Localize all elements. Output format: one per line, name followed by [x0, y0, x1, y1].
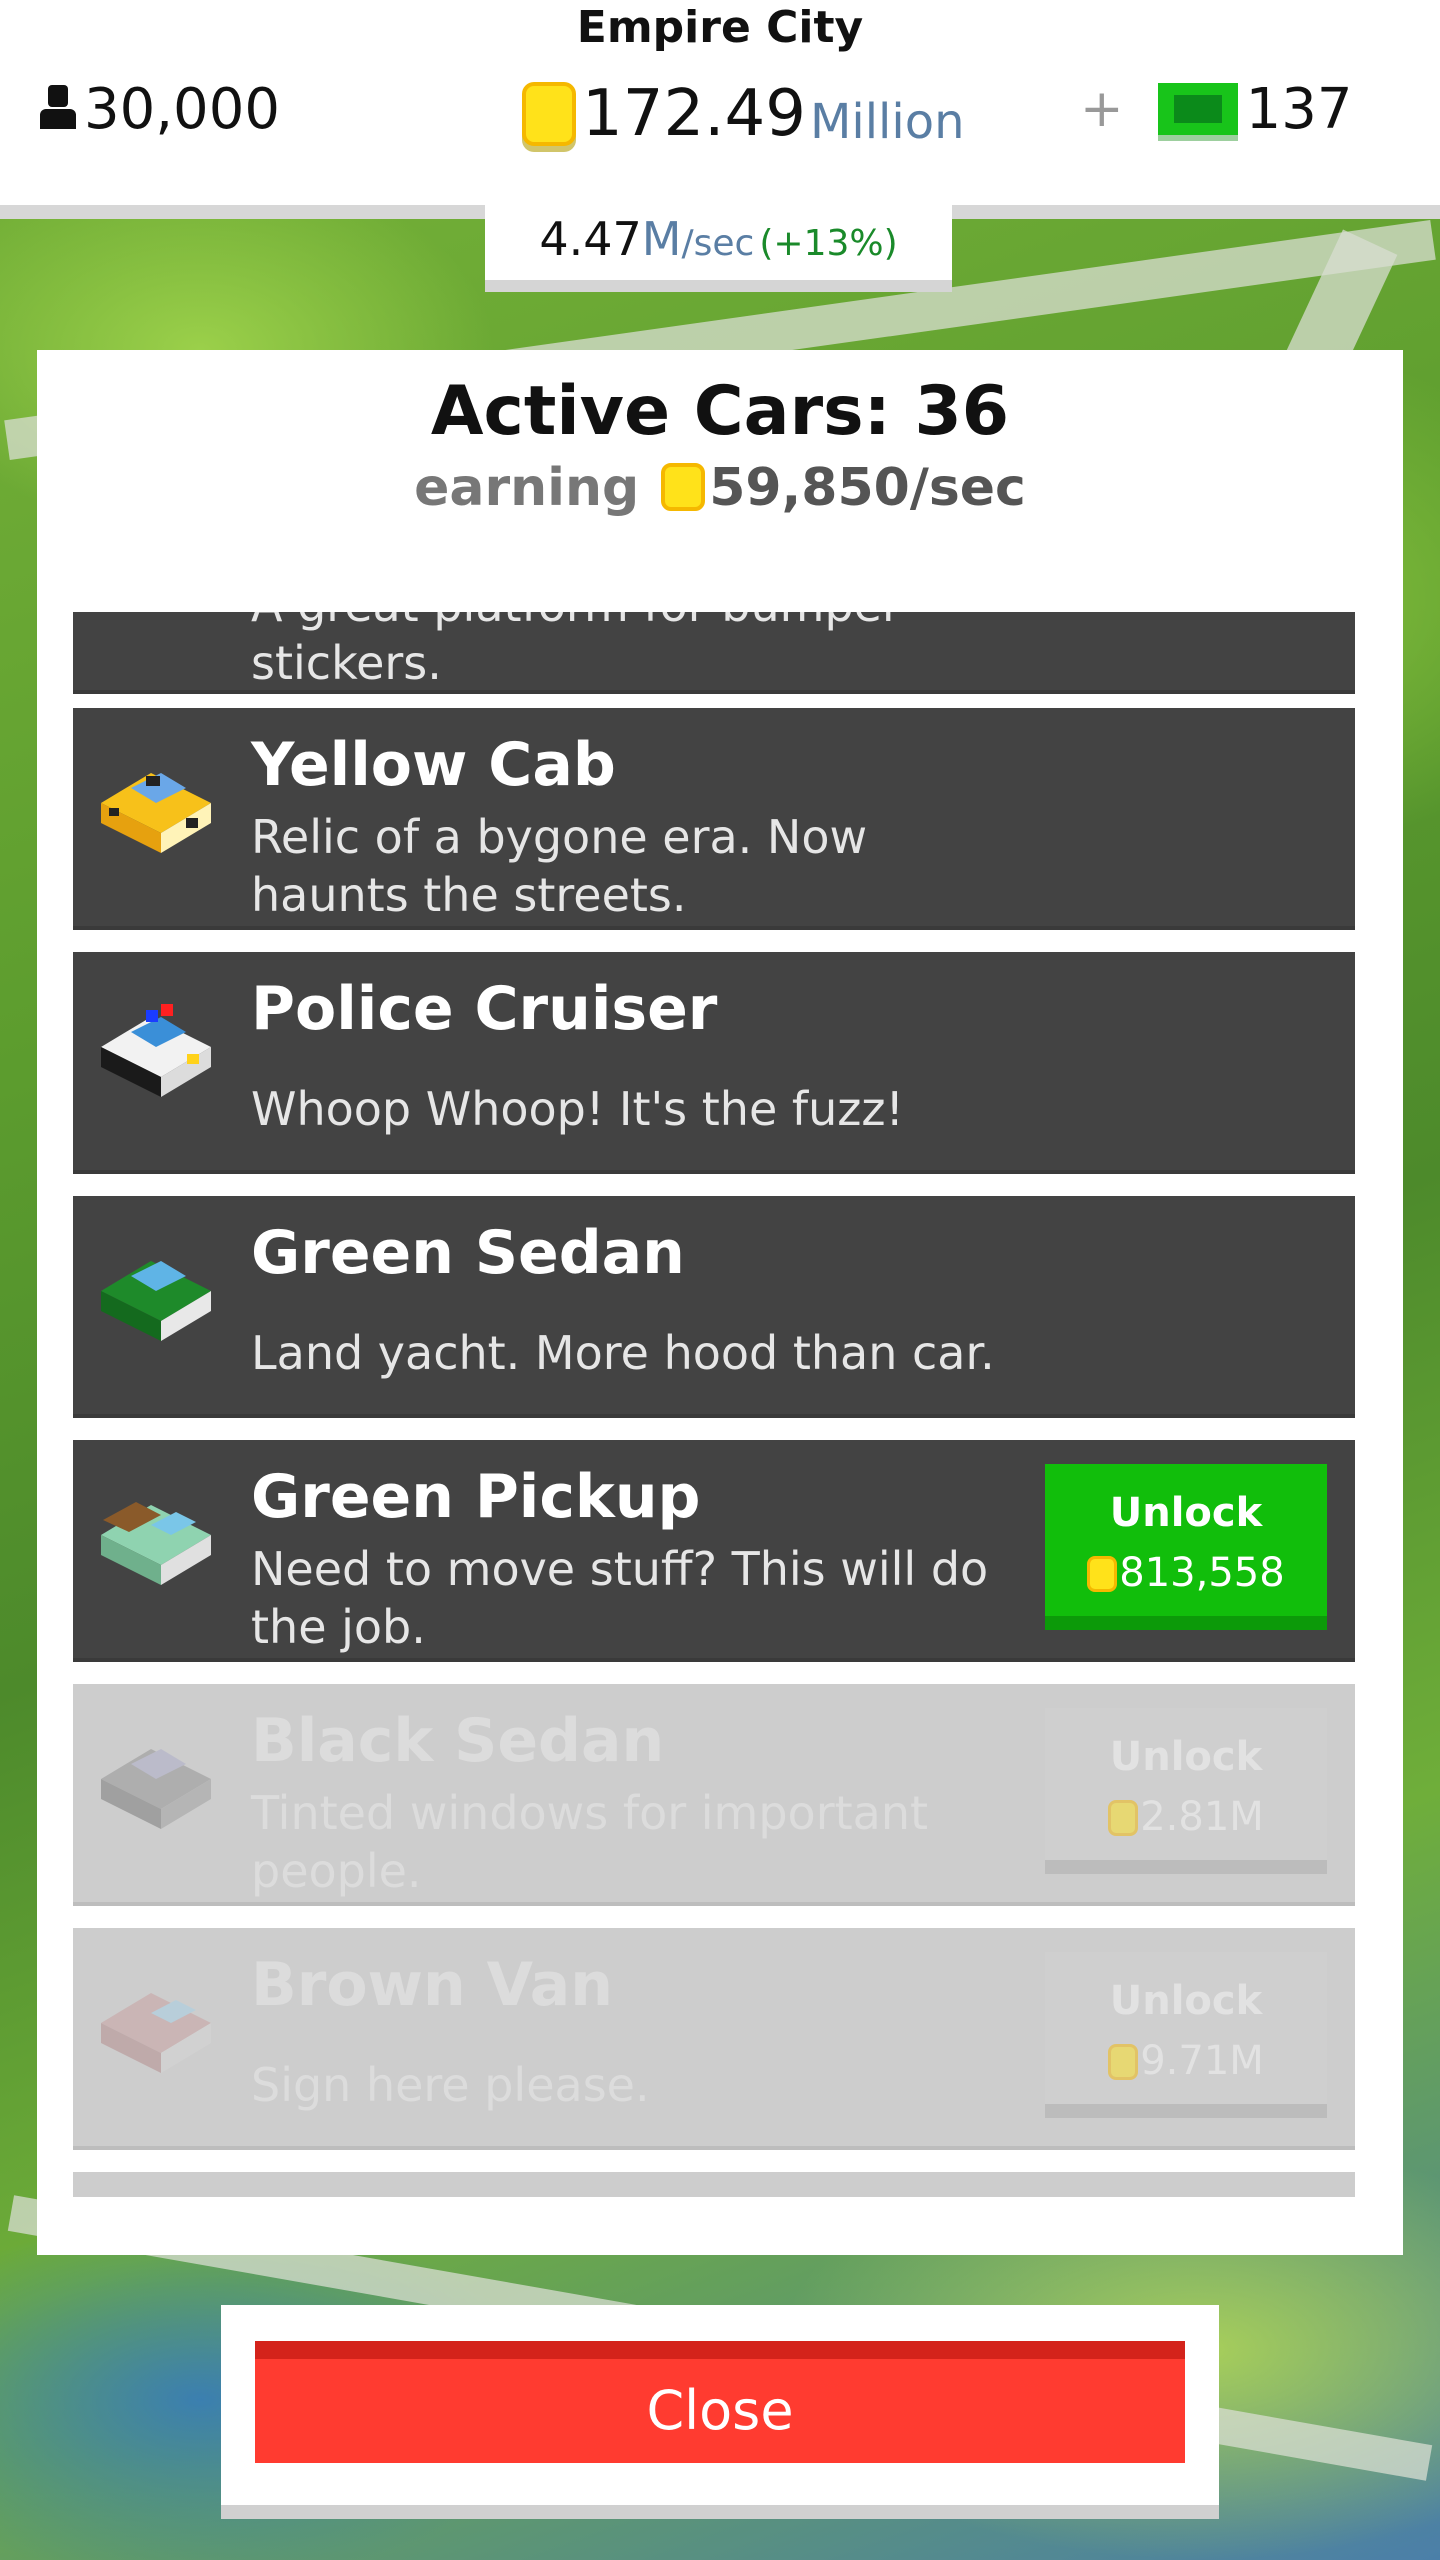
earning-line: earning 59,850/sec — [37, 458, 1403, 518]
unlock-label: Unlock — [1109, 1490, 1263, 1536]
car-description: Need to move stuff? This will do the job… — [251, 1542, 989, 1654]
unlock-label: Unlock — [1109, 1978, 1263, 2024]
list-item: Green Pickup Need to move stuff? This wi… — [73, 1440, 1355, 1662]
car-name: Green Sedan — [251, 1218, 685, 1288]
police-cruiser-icon — [101, 1004, 211, 1097]
coin-icon — [1108, 2044, 1139, 2080]
close-button[interactable]: Close — [255, 2341, 1185, 2463]
unlock-cost: 813,558 — [1045, 1550, 1327, 1596]
car-name: Brown Van — [251, 1950, 613, 2020]
car-list[interactable]: A great platform for bumper stickers. Ye… — [73, 612, 1355, 2197]
earning-value: 59,850/sec — [709, 458, 1026, 518]
yellow-cab-icon — [101, 773, 211, 853]
panel-title: Active Cars: 36 — [430, 372, 1010, 451]
car-description: A great platform for bumper stickers. — [251, 612, 901, 690]
black-sedan-icon — [101, 1749, 211, 1829]
car-description: Land yacht. More hood than car. — [251, 1326, 995, 1380]
list-item: Police Cruiser Whoop Whoop! It's the fuz… — [73, 952, 1355, 1174]
earning-label: earning — [414, 458, 640, 518]
money-display: 172.49 Million — [522, 74, 964, 154]
rate-unit-m: M — [641, 212, 682, 266]
money-unit: Million — [809, 94, 965, 150]
coin-icon — [1108, 1800, 1139, 1836]
person-icon — [38, 85, 78, 133]
rate-value: 4.47 — [539, 212, 642, 266]
car-description: Sign here please. — [251, 2058, 650, 2112]
coin-icon — [661, 463, 706, 511]
unlock-cost: 9.71M — [1045, 2038, 1327, 2084]
add-cash-button[interactable]: + — [1080, 79, 1124, 139]
unlock-green-pickup-button[interactable]: Unlock 813,558 — [1045, 1464, 1327, 1630]
car-name: Yellow Cab — [251, 730, 616, 800]
population-display: 30,000 — [38, 74, 280, 144]
money-value: 172.49 — [582, 77, 806, 151]
list-item — [73, 2172, 1355, 2197]
unlock-cost: 2.81M — [1045, 1794, 1327, 1840]
income-rate-box: 4.47M/sec (+13%) — [485, 200, 952, 292]
cash-bill-icon — [1157, 83, 1238, 135]
list-item: Brown Van Sign here please. Unlock 9.71M — [73, 1928, 1355, 2150]
car-description: Whoop Whoop! It's the fuzz! — [251, 1082, 904, 1136]
coin-icon — [1087, 1556, 1118, 1592]
brown-van-icon — [101, 1993, 211, 2073]
rate-unit-sec: /sec — [681, 223, 755, 264]
list-item: A great platform for bumper stickers. — [73, 612, 1355, 694]
city-name: Empire City — [576, 2, 864, 53]
car-name: Black Sedan — [251, 1706, 665, 1776]
active-cars-panel: Active Cars: 36 earning 59,850/sec A grea… — [37, 350, 1403, 2255]
population-value: 30,000 — [84, 76, 280, 142]
green-sedan-icon — [101, 1261, 211, 1341]
close-button-frame: Close — [221, 2305, 1219, 2519]
car-description: Tinted windows for important people. — [251, 1786, 929, 1898]
list-item: Green Sedan Land yacht. More hood than c… — [73, 1196, 1355, 1418]
green-pickup-icon — [101, 1502, 211, 1585]
coin-icon — [522, 82, 576, 146]
cash-display[interactable]: + 137 — [1080, 74, 1352, 144]
top-status-bar: Empire City 30,000 172.49 Million + 137 — [0, 0, 1440, 205]
car-name: Police Cruiser — [251, 974, 718, 1044]
list-item: Black Sedan Tinted windows for important… — [73, 1684, 1355, 1906]
unlock-brown-van-button[interactable]: Unlock 9.71M — [1045, 1952, 1327, 2118]
unlock-label: Unlock — [1109, 1734, 1263, 1780]
rate-bonus: (+13%) — [759, 223, 898, 264]
car-name: Green Pickup — [251, 1462, 701, 1532]
car-description: Relic of a bygone era. Now haunts the st… — [251, 810, 868, 922]
list-item: Yellow Cab Relic of a bygone era. Now ha… — [73, 708, 1355, 930]
cash-value: 137 — [1245, 76, 1353, 142]
unlock-black-sedan-button[interactable]: Unlock 2.81M — [1045, 1708, 1327, 1874]
